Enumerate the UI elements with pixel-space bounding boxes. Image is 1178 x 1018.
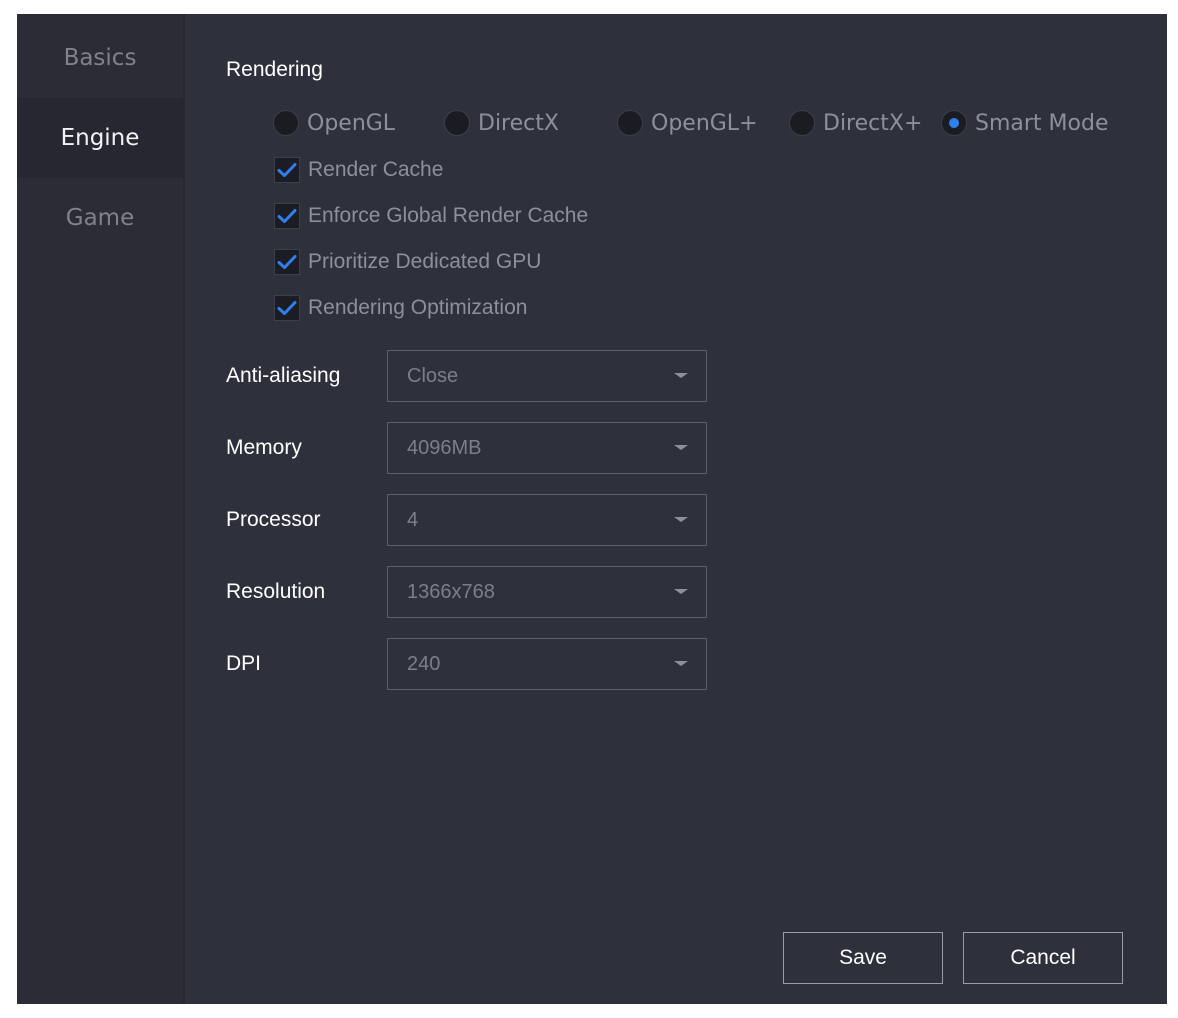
save-button[interactable]: Save: [783, 932, 943, 984]
memory-label: Memory: [226, 436, 302, 459]
engine-settings-panel: Rendering OpenGL DirectX OpenGL+ DirectX…: [185, 14, 1167, 1004]
chevron-down-icon: [674, 445, 688, 450]
processor-label: Processor: [226, 508, 321, 531]
radio-label: Smart Mode: [975, 110, 1109, 136]
checkmark-icon: [274, 203, 300, 229]
sidebar: Basics Engine Game: [17, 14, 185, 1004]
sidebar-item-game[interactable]: Game: [17, 178, 183, 258]
select-value: 1366x768: [407, 581, 495, 603]
select-value: 240: [407, 653, 441, 675]
resolution-select[interactable]: 1366x768: [387, 566, 707, 618]
checkbox-render-cache[interactable]: Render Cache: [274, 156, 443, 184]
chevron-down-icon: [674, 373, 688, 378]
chevron-down-icon: [674, 517, 688, 522]
memory-select[interactable]: 4096MB: [387, 422, 707, 474]
cancel-button[interactable]: Cancel: [963, 932, 1123, 984]
checkbox-label: Prioritize Dedicated GPU: [308, 250, 542, 273]
radio-smart-mode[interactable]: Smart Mode: [941, 108, 1108, 138]
sidebar-item-basics[interactable]: Basics: [17, 18, 183, 98]
checkbox-label: Rendering Optimization: [308, 296, 528, 319]
anti-aliasing-select[interactable]: Close: [387, 350, 707, 402]
checkbox-enforce-global-render-cache[interactable]: Enforce Global Render Cache: [274, 202, 588, 230]
checkbox-prioritize-dedicated-gpu[interactable]: Prioritize Dedicated GPU: [274, 248, 541, 276]
radio-directx[interactable]: DirectX: [444, 108, 559, 138]
resolution-label: Resolution: [226, 580, 326, 603]
checkbox-label: Render Cache: [308, 158, 444, 181]
radio-label: OpenGL: [307, 110, 396, 136]
radio-circle-icon: [444, 110, 470, 136]
settings-window: Basics Engine Game Rendering OpenGL Dire…: [17, 14, 1167, 1004]
radio-label: OpenGL+: [651, 110, 758, 136]
chevron-down-icon: [674, 661, 688, 666]
radio-circle-icon: [273, 110, 299, 136]
checkmark-icon: [274, 157, 300, 183]
sidebar-item-engine[interactable]: Engine: [17, 98, 183, 178]
radio-opengl-plus[interactable]: OpenGL+: [617, 108, 758, 138]
checkmark-icon: [274, 295, 300, 321]
processor-select[interactable]: 4: [387, 494, 707, 546]
sidebar-item-label: Engine: [60, 125, 140, 151]
dpi-label: DPI: [226, 652, 262, 675]
radio-directx-plus[interactable]: DirectX+: [789, 108, 922, 138]
checkmark-icon: [274, 249, 300, 275]
sidebar-item-label: Basics: [63, 45, 137, 71]
checkbox-rendering-optimization[interactable]: Rendering Optimization: [274, 294, 527, 322]
radio-circle-icon: [617, 110, 643, 136]
radio-selected-icon: [941, 110, 967, 136]
anti-aliasing-label: Anti-aliasing: [226, 364, 341, 387]
sidebar-item-label: Game: [65, 205, 135, 231]
select-value: 4: [407, 509, 419, 531]
radio-label: DirectX+: [823, 110, 923, 136]
select-value: Close: [407, 365, 459, 387]
select-value: 4096MB: [407, 437, 482, 459]
chevron-down-icon: [674, 589, 688, 594]
checkbox-label: Enforce Global Render Cache: [308, 204, 589, 227]
radio-label: DirectX: [478, 110, 559, 136]
radio-circle-icon: [789, 110, 815, 136]
radio-opengl[interactable]: OpenGL: [273, 108, 395, 138]
dpi-select[interactable]: 240: [387, 638, 707, 690]
rendering-title: Rendering: [226, 58, 323, 81]
